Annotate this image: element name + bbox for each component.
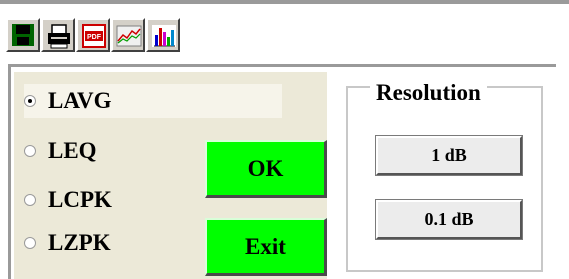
- toolbar-divider: [0, 0, 569, 4]
- resolution-0-1db-button[interactable]: 0.1 dB: [375, 199, 523, 240]
- bar-chart-button[interactable]: [146, 18, 180, 52]
- ok-button[interactable]: OK: [205, 140, 327, 198]
- save-button[interactable]: [6, 18, 40, 52]
- radio-label: LAVG: [48, 88, 112, 113]
- pdf-icon: PDF: [82, 24, 106, 48]
- radio-lzpk[interactable]: LZPK: [24, 226, 111, 260]
- bar-chart-icon: [152, 25, 176, 47]
- radio-button[interactable]: [24, 145, 36, 157]
- save-icon: [12, 24, 34, 46]
- radio-lcpk[interactable]: LCPK: [24, 183, 112, 217]
- toolbar: PDF: [0, 0, 569, 64]
- radio-label: LEQ: [48, 138, 97, 163]
- radio-button[interactable]: [24, 95, 36, 107]
- radio-label: LCPK: [48, 187, 112, 212]
- exit-button[interactable]: Exit: [205, 218, 327, 276]
- resolution-1db-button[interactable]: 1 dB: [375, 135, 523, 176]
- pdf-button[interactable]: PDF: [76, 18, 110, 52]
- printer-icon: [48, 24, 70, 49]
- resolution-group: [346, 86, 543, 272]
- print-button[interactable]: [41, 18, 75, 52]
- radio-button[interactable]: [24, 237, 36, 249]
- radio-lavg[interactable]: LAVG: [24, 84, 282, 118]
- line-chart-icon: [116, 25, 142, 47]
- line-chart-button[interactable]: [111, 18, 145, 52]
- radio-label: LZPK: [48, 230, 111, 255]
- radio-leq[interactable]: LEQ: [24, 134, 97, 168]
- radio-button[interactable]: [24, 194, 36, 206]
- resolution-title: Resolution: [370, 80, 487, 106]
- pdf-icon-label: PDF: [87, 34, 102, 41]
